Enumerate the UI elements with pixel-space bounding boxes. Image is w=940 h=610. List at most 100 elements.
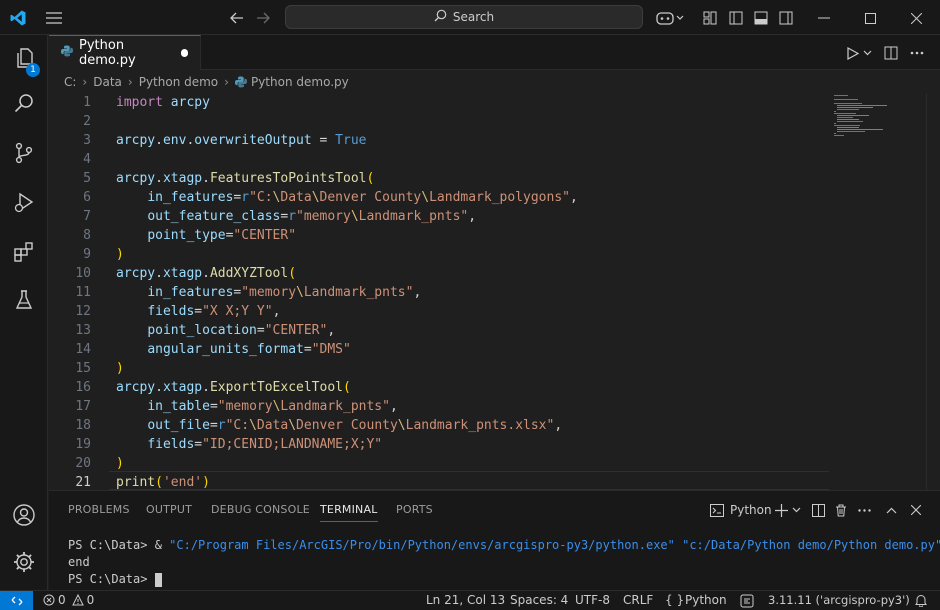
indentation-status[interactable]: Spaces: 4 [510,593,568,607]
vscode-logo-icon [8,8,28,28]
new-terminal-icon[interactable] [773,501,789,519]
code-line[interactable]: 13 point_location="CENTER", [49,321,829,340]
tab-output[interactable]: OUTPUT [146,503,192,516]
split-terminal-icon[interactable] [810,501,826,519]
code-text: fields="ID;CENID;LANDNAME;X;Y" [147,437,383,452]
line-number: 15 [75,361,91,376]
line-number: 9 [83,247,91,262]
tab-debug-console[interactable]: DEBUG CONSOLE [211,503,310,516]
customize-layout-icon[interactable] [701,9,719,27]
search-view-button[interactable] [0,83,48,127]
bottom-panel: PROBLEMS OUTPUT DEBUG CONSOLE TERMINAL P… [49,490,940,590]
code-line[interactable]: 18 out_file=r"C:\Data\Denver County\Land… [49,416,829,435]
manage-button[interactable] [0,541,48,585]
notifications-bell-icon[interactable] [915,594,927,610]
tab-ports[interactable]: PORTS [396,503,433,516]
encoding-status[interactable]: UTF-8 [575,593,610,607]
tab-problems[interactable]: PROBLEMS [68,503,130,516]
code-line[interactable]: 15) [49,359,829,378]
terminal-icon [710,503,724,517]
remote-indicator[interactable] [0,591,33,610]
extensions-button[interactable] [0,231,48,275]
testing-button[interactable] [0,279,48,323]
remote-icon [11,595,23,607]
code-line[interactable]: 21 print('end') [49,473,829,490]
unsaved-dot-icon[interactable] [180,49,188,57]
code-line[interactable]: 7 out_feature_class=r"memory\Landmark_pn… [49,207,829,226]
forward-arrow-icon[interactable] [254,9,272,27]
menu-icon[interactable] [44,8,64,28]
code-line[interactable]: 20) [49,454,829,473]
command-center-search[interactable]: Search [285,5,643,29]
code-text: ) [116,361,124,376]
close-panel-icon[interactable] [908,501,924,519]
line-number: 20 [75,456,91,471]
terminal-options-chevron-icon[interactable] [790,501,802,519]
python-interpreter[interactable]: 3.11.11 ('arcgispro-py3') [768,593,910,607]
accounts-button[interactable] [0,494,48,538]
chevron-right-icon: › [127,75,133,89]
terminal-profile-selector[interactable]: Python [710,501,772,519]
breadcrumb-folder-python-demo[interactable]: Python demo [139,75,218,89]
code-line[interactable]: 12 fields="X X;Y Y", [49,302,829,321]
terminal-prompt-current: PS C:\Data> [68,572,155,586]
more-actions-icon[interactable] [908,44,926,62]
breadcrumb-folder-data[interactable]: Data [93,75,122,89]
line-number: 2 [83,114,91,129]
toggle-secondary-sidebar-icon[interactable] [777,9,795,27]
close-window-icon[interactable] [907,9,925,27]
kill-terminal-trash-icon[interactable] [833,501,849,519]
explorer-button[interactable]: 1 [0,37,48,81]
minimap[interactable] [829,93,929,153]
copilot-icon[interactable] [655,8,685,28]
code-line[interactable]: 3 arcpy.env.overwriteOutput = True [49,131,829,150]
back-arrow-icon[interactable] [228,9,246,27]
minimize-icon[interactable] [815,9,833,27]
run-debug-button[interactable] [0,182,48,226]
toggle-panel-icon[interactable] [752,9,770,27]
code-line[interactable]: 1 import arcpy [49,93,829,112]
split-editor-icon[interactable] [882,44,900,62]
editor-scrollbar[interactable] [926,93,940,490]
code-line[interactable]: 10 arcpy.xtagp.AddXYZTool( [49,264,829,283]
eol-status[interactable]: CRLF [623,593,653,607]
code-line[interactable]: 5 arcpy.xtagp.FeaturesToPointsTool( [49,169,829,188]
panel-more-actions-icon[interactable] [856,501,872,519]
problems-status[interactable]: 0 0 [43,593,94,607]
code-line[interactable]: 11 in_features="memory\Landmark_pnts", [49,283,829,302]
code-line[interactable]: 6 in_features=r"C:\Data\Denver County\La… [49,188,829,207]
status-bar: 0 0 Ln 21, Col 13 Spaces: 4 UTF-8 CRLF {… [0,590,940,610]
code-line[interactable]: 2 [49,112,829,131]
code-text: out_feature_class=r"memory\Landmark_pnts… [147,209,477,224]
code-line[interactable]: 19 fields="ID;CENID;LANDNAME;X;Y" [49,435,829,454]
tab-terminal[interactable]: TERMINAL [320,503,378,522]
toggle-primary-sidebar-icon[interactable] [727,9,745,27]
code-line[interactable]: 8 point_type="CENTER" [49,226,829,245]
run-options-chevron-icon[interactable] [860,44,874,62]
code-text: angular_units_format="DMS" [147,342,351,357]
code-editor[interactable]: 1 import arcpy 2 3 arcpy.env.overwriteOutput… [49,93,940,490]
line-number: 17 [75,399,91,414]
terminal-output[interactable]: PS C:\Data> & "C:/Program Files/ArcGIS/P… [68,537,940,588]
maximize-panel-chevron-up-icon[interactable] [883,501,899,519]
line-number: 16 [75,380,91,395]
tab-python-demo[interactable]: Python demo.py [49,35,201,70]
code-line[interactable]: 16 arcpy.xtagp.ExportToExcelTool( [49,378,829,397]
search-icon [434,9,447,25]
code-line[interactable]: 17 in_table="memory\Landmark_pnts", [49,397,829,416]
code-text: arcpy.xtagp.AddXYZTool( [116,266,297,281]
language-mode[interactable]: Python [685,593,727,607]
breadcrumb-file[interactable]: Python demo.py [251,75,349,89]
source-control-button[interactable] [0,132,48,176]
language-braces-icon[interactable]: { } [665,593,684,607]
code-line[interactable]: 9) [49,245,829,264]
error-count: 0 [58,593,66,607]
python-interpreter-icon[interactable] [740,594,754,610]
python-file-icon [61,45,73,61]
code-line[interactable]: 14 angular_units_format="DMS" [49,340,829,359]
line-number: 10 [75,266,91,281]
breadcrumb-drive[interactable]: C: [64,75,76,89]
code-line[interactable]: 4 [49,150,829,169]
cursor-position[interactable]: Ln 21, Col 13 [426,593,505,607]
maximize-icon[interactable] [861,9,879,27]
